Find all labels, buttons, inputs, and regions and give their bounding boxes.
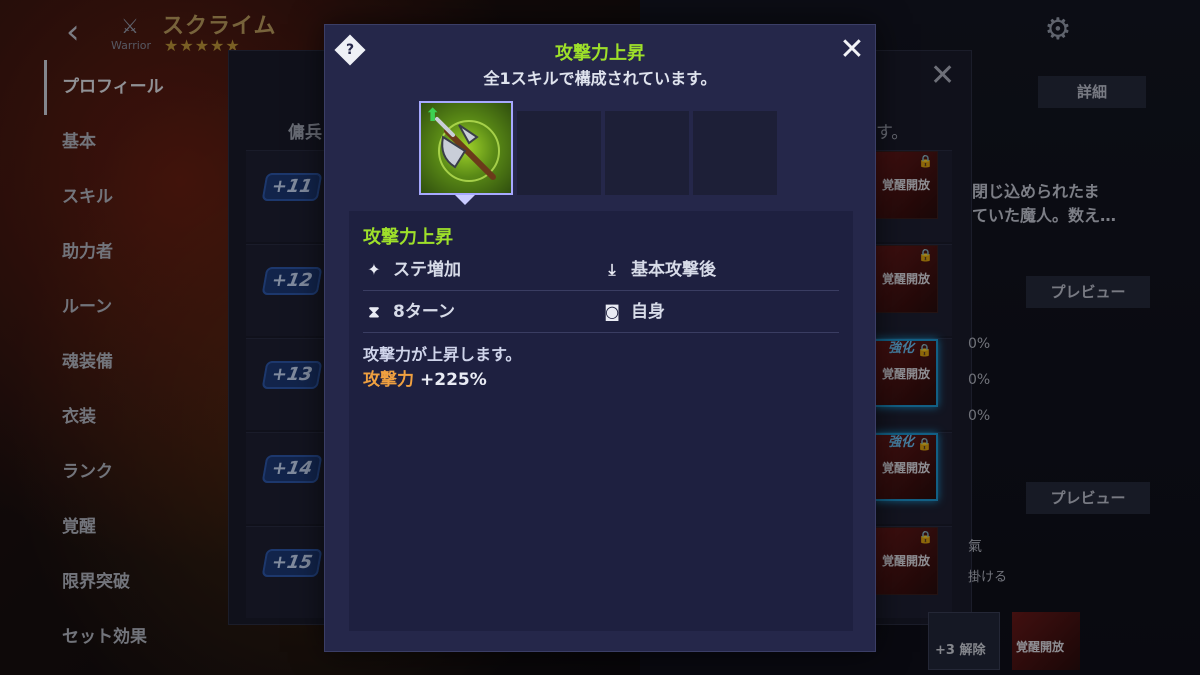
skill-detail-box: 攻撃力上昇 ✦ ステ増加 ⤓ 基本攻撃後 ⧗ 8ターン ◙ 自身 攻撃力が上昇します。 …	[349, 211, 853, 631]
download-icon: ⤓	[608, 260, 616, 279]
skill-description: 攻撃力が上昇します。	[363, 345, 522, 364]
skill-duration: ⧗ 8ターン	[363, 291, 455, 333]
close-icon[interactable]: ✕	[837, 35, 867, 65]
popup-subtitle: 全1スキルで構成されています。	[483, 69, 717, 88]
effect-value: +225%	[420, 370, 487, 390]
skill-name: 攻撃力上昇	[363, 227, 453, 248]
self-target-icon: ◙	[604, 302, 620, 321]
popup-title: 攻撃力上昇	[555, 43, 645, 64]
skill-effect: 攻撃力 +225%	[363, 365, 487, 390]
info-row: ⧗ 8ターン ◙ 自身	[363, 291, 839, 333]
effect-name: 攻撃力	[363, 370, 414, 390]
skill-slot-empty	[605, 111, 689, 195]
skill-slot-selected[interactable]: ⬆	[419, 101, 513, 195]
skill-target: ◙ 自身	[601, 291, 665, 333]
info-row: ✦ ステ増加 ⤓ 基本攻撃後	[363, 249, 839, 291]
skill-slot-empty	[517, 111, 601, 195]
skill-type: ✦ ステ増加	[363, 249, 461, 291]
skill-slot-empty	[693, 111, 777, 195]
skill-timing: ⤓ 基本攻撃後	[601, 249, 716, 291]
slot-pointer	[455, 195, 475, 205]
stat-up-icon: ✦	[367, 260, 381, 279]
hourglass-icon: ⧗	[368, 302, 380, 321]
skill-popup: ? 攻撃力上昇 全1スキルで構成されています。 ✕ ⬆ 攻撃力上昇 ✦ ステ増加 …	[324, 24, 876, 652]
axe-icon	[435, 117, 500, 182]
